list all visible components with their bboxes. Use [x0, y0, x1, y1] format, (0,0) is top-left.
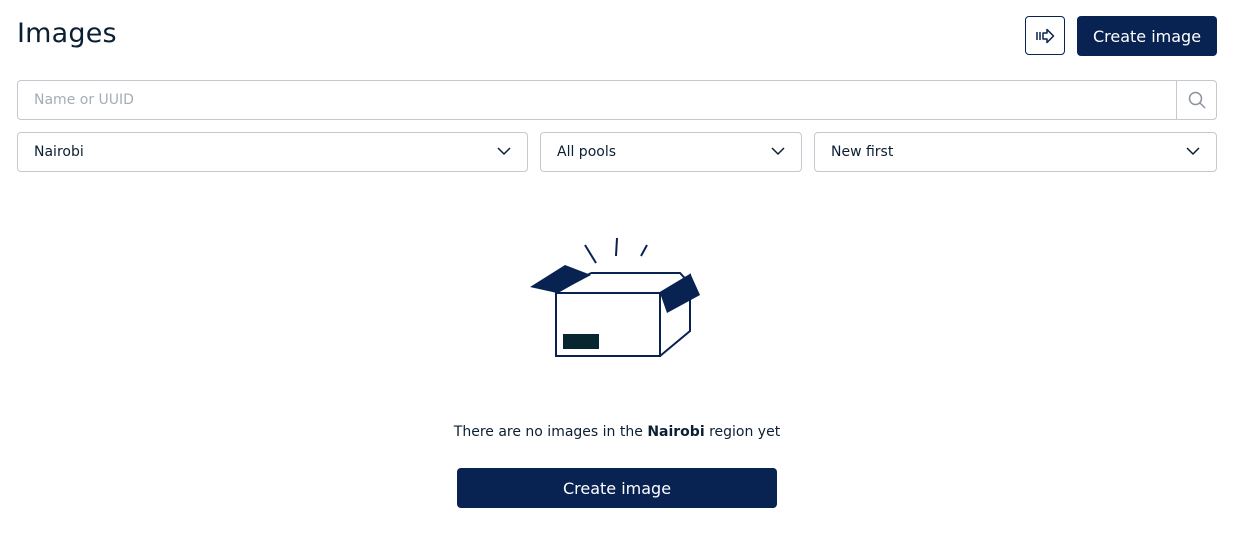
- chevron-down-icon: [497, 147, 511, 156]
- search-icon: [1188, 91, 1206, 109]
- region-select[interactable]: Nairobi: [17, 132, 528, 172]
- empty-state-message: There are no images in the Nairobi regio…: [0, 424, 1234, 440]
- pool-select[interactable]: All pools: [540, 132, 802, 172]
- empty-state-text-before: There are no images in the: [453, 424, 648, 440]
- chevron-down-icon: [771, 147, 785, 156]
- import-button[interactable]: [1025, 16, 1065, 55]
- chevron-down-icon: [1186, 147, 1200, 156]
- sort-select[interactable]: New first: [814, 132, 1217, 172]
- arrow-right-import-icon: [1036, 28, 1055, 43]
- search-button[interactable]: [1176, 81, 1216, 119]
- empty-state-create-image-button[interactable]: Create image: [457, 468, 777, 508]
- empty-state-text-after: region yet: [704, 424, 781, 440]
- region-select-value: Nairobi: [34, 144, 84, 160]
- create-image-button[interactable]: Create image: [1077, 16, 1217, 56]
- sort-select-value: New first: [831, 144, 894, 160]
- search-input[interactable]: [18, 81, 1176, 119]
- empty-state-illustration: [525, 235, 705, 369]
- open-box-icon: [530, 237, 700, 357]
- search-bar: [17, 80, 1217, 120]
- pool-select-value: All pools: [557, 144, 617, 160]
- page-title: Images: [17, 18, 117, 49]
- empty-state-region: Nairobi: [647, 424, 705, 440]
